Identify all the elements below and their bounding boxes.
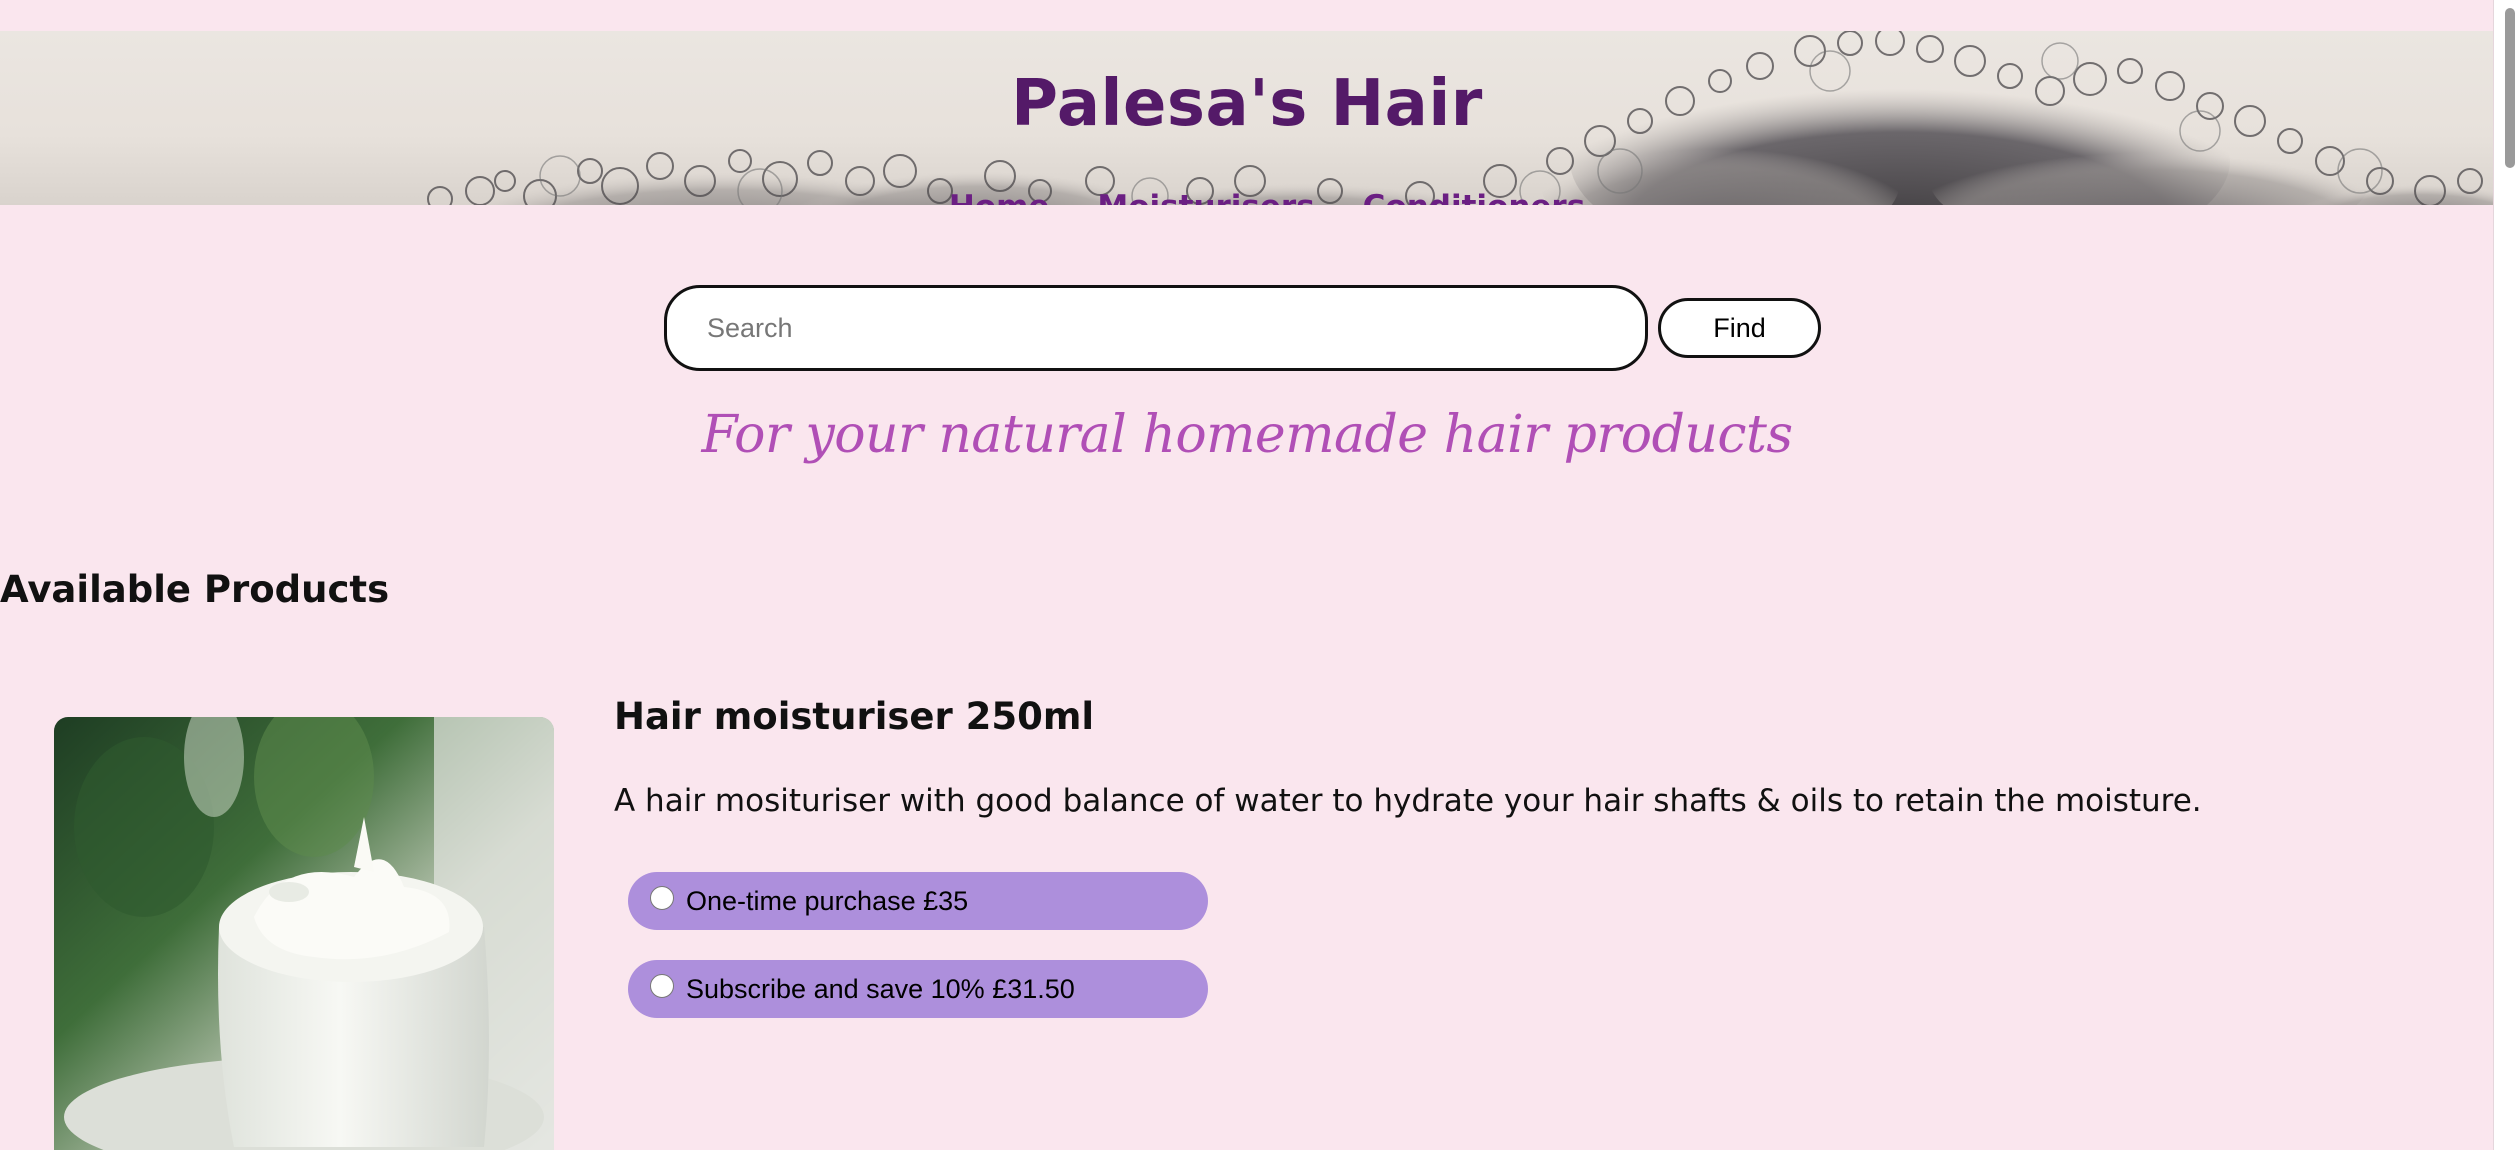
subscribe-option[interactable]: Subscribe and save 10% £31.50	[628, 960, 1208, 1018]
subscribe-radio[interactable]	[650, 974, 674, 998]
nav-link-moisturisers[interactable]: Moisturisers	[1097, 189, 1314, 205]
find-button[interactable]: Find	[1658, 298, 1821, 358]
page: Palesa's Hair Home Moisturisers Conditio…	[0, 0, 2518, 1150]
nav-link-home[interactable]: Home	[949, 189, 1050, 205]
one-time-purchase-option[interactable]: One-time purchase £35	[628, 872, 1208, 930]
product-image[interactable]	[54, 717, 554, 1150]
one-time-purchase-radio[interactable]	[650, 886, 674, 910]
available-products-heading: Available Products	[0, 568, 390, 611]
search-bar: Find	[664, 285, 1821, 371]
site-title: Palesa's Hair	[1011, 67, 1483, 141]
one-time-purchase-label: One-time purchase £35	[686, 885, 969, 916]
cream-jar-image	[54, 717, 554, 1150]
header-banner: Palesa's Hair Home Moisturisers Conditio…	[0, 31, 2494, 205]
tagline: For your natural homemade hair products	[701, 405, 1793, 465]
scrollbar-thumb[interactable]	[2505, 8, 2515, 168]
page-scrollbar[interactable]	[2493, 0, 2518, 1150]
search-input[interactable]	[664, 285, 1648, 371]
product-title: Hair moisturiser 250ml	[614, 695, 1095, 738]
nav-link-conditioners[interactable]: Conditioners	[1363, 189, 1586, 205]
main-nav: Home Moisturisers Conditioners	[0, 189, 2494, 205]
subscribe-label: Subscribe and save 10% £31.50	[686, 973, 1075, 1004]
product-description: A hair mosituriser with good balance of …	[614, 783, 2202, 819]
